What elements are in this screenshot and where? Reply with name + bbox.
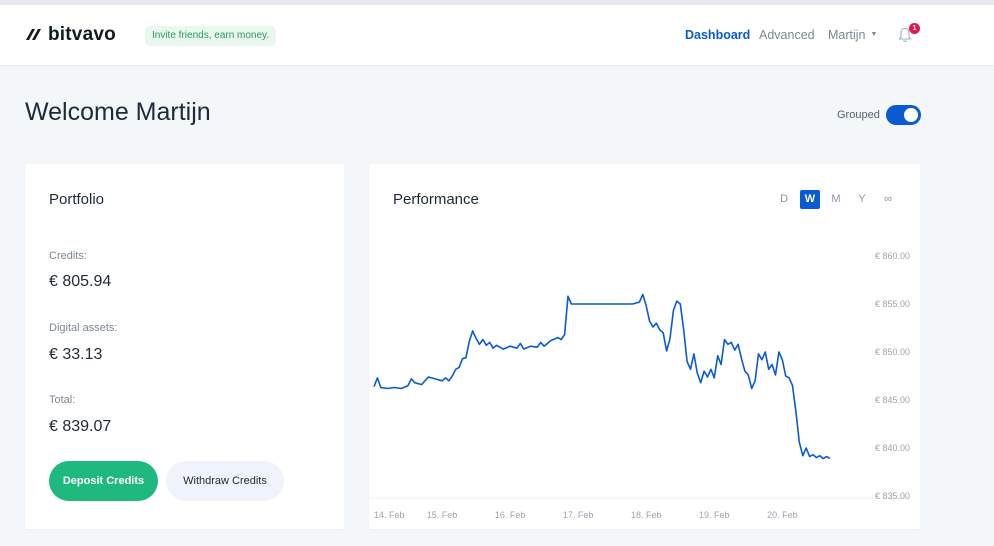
performance-card: € 860.00 € 855.00 € 850.00 € 845.00 € 840.00… bbox=[369, 164, 920, 529]
y-tick-label: € 845.00 bbox=[875, 395, 910, 405]
x-tick-label: 14. Feb bbox=[374, 510, 405, 520]
performance-chart: € 860.00 € 855.00 € 850.00 € 845.00 € 840.00… bbox=[369, 251, 910, 520]
logo-text: bitvavo bbox=[48, 24, 116, 45]
welcome-heading: Welcome Martijn bbox=[25, 98, 211, 126]
portfolio-card: Portfolio Credits: € 805.94 Digital asse… bbox=[25, 164, 344, 529]
y-tick-label: € 850.00 bbox=[875, 347, 910, 357]
grouped-toggle[interactable] bbox=[886, 105, 921, 125]
total-value: € 839.07 bbox=[49, 418, 112, 435]
grouped-label: Grouped bbox=[837, 109, 880, 121]
invite-friends-link[interactable]: Invite friends, earn money. bbox=[145, 26, 277, 46]
credits-value: € 805.94 bbox=[49, 273, 112, 290]
y-tick-label: € 835.00 bbox=[875, 491, 910, 501]
user-menu[interactable]: Martijn ▼ bbox=[828, 27, 877, 43]
nav-dashboard[interactable]: Dashboard bbox=[685, 27, 750, 43]
performance-title: Performance bbox=[393, 191, 479, 208]
y-tick-label: € 860.00 bbox=[875, 251, 910, 261]
portfolio-title: Portfolio bbox=[49, 191, 105, 208]
range-tab-week[interactable]: W bbox=[800, 190, 820, 209]
deposit-credits-button[interactable]: Deposit Credits bbox=[49, 461, 158, 501]
digital-assets-value: € 33.13 bbox=[49, 346, 103, 363]
toggle-knob bbox=[904, 108, 918, 122]
x-tick-label: 20. Feb bbox=[767, 510, 798, 520]
range-tab-day[interactable]: D bbox=[774, 190, 794, 209]
logo-mark-icon bbox=[26, 29, 41, 40]
portfolio-value-line bbox=[373, 293, 831, 460]
range-tab-year[interactable]: Y bbox=[852, 190, 872, 209]
user-name: Martijn bbox=[828, 28, 866, 42]
x-tick-label: 18. Feb bbox=[631, 510, 662, 520]
total-label: Total: bbox=[49, 394, 76, 406]
credits-label: Credits: bbox=[49, 250, 87, 262]
y-tick-label: € 840.00 bbox=[875, 443, 910, 453]
top-navigation-bar: bitvavo Invite friends, earn money. Dash… bbox=[0, 5, 994, 66]
range-selector: D W M Y ∞ bbox=[774, 190, 904, 209]
y-tick-label: € 855.00 bbox=[875, 299, 910, 309]
x-tick-label: 17. Feb bbox=[563, 510, 594, 520]
x-tick-label: 16. Feb bbox=[495, 510, 526, 520]
withdraw-credits-button[interactable]: Withdraw Credits bbox=[166, 461, 284, 501]
digital-assets-label: Digital assets: bbox=[49, 322, 118, 334]
nav-advanced[interactable]: Advanced bbox=[759, 27, 815, 43]
x-tick-label: 19. Feb bbox=[699, 510, 730, 520]
x-tick-label: 15. Feb bbox=[427, 510, 458, 520]
caret-down-icon: ▼ bbox=[870, 31, 878, 38]
range-tab-month[interactable]: M bbox=[826, 190, 846, 209]
range-tab-all[interactable]: ∞ bbox=[878, 190, 898, 209]
notification-badge: 1 bbox=[909, 23, 920, 34]
bitvavo-logo[interactable]: bitvavo bbox=[25, 24, 116, 46]
